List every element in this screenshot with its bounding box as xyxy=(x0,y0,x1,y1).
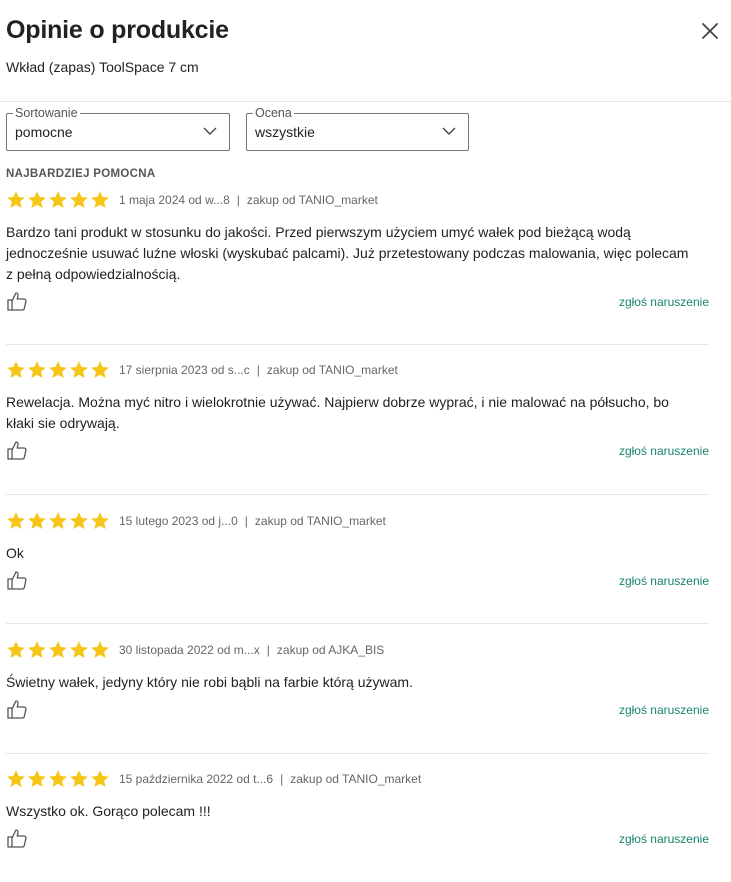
star-icon xyxy=(90,769,110,789)
rating-stars xyxy=(6,360,110,380)
separator: | xyxy=(256,363,260,377)
star-icon xyxy=(27,190,47,210)
thumbs-up-icon[interactable] xyxy=(6,569,28,591)
review-date-author: 30 listopada 2022 od m...x xyxy=(119,643,260,657)
filters-bar: Sortowanie pomocne Ocena wszystkie xyxy=(0,101,731,161)
chevron-down-icon xyxy=(442,126,456,136)
review-meta: 15 października 2022 od t...6 | zakup od T… xyxy=(6,769,709,789)
review-purchase-source: zakup od TANIO_market xyxy=(290,772,422,786)
rating-stars xyxy=(6,190,110,210)
thumbs-up-icon[interactable] xyxy=(6,439,28,461)
review-meta: 17 sierpnia 2023 od s...c | zakup od TANIO… xyxy=(6,360,709,380)
most-helpful-label: NAJBARDZIEJ POMOCNA xyxy=(6,168,156,180)
sort-select[interactable]: Sortowanie pomocne xyxy=(6,105,230,151)
report-link[interactable]: zgłoś naruszenie xyxy=(619,444,709,458)
review-date-author: 15 lutego 2023 od j...0 xyxy=(119,514,238,528)
report-link[interactable]: zgłoś naruszenie xyxy=(619,703,709,717)
divider xyxy=(6,344,709,345)
review-actions: zgłoś naruszenie xyxy=(6,290,709,312)
page-title: Opinie o produkcie xyxy=(6,16,229,44)
close-icon[interactable] xyxy=(700,21,720,41)
star-icon xyxy=(6,360,26,380)
review-text: Bardzo tani produkt w stosunku do jakośc… xyxy=(6,224,689,282)
sort-value: pomocne xyxy=(15,124,73,140)
star-icon xyxy=(6,640,26,660)
separator: | xyxy=(244,514,248,528)
star-icon xyxy=(48,511,68,531)
review-item: 17 sierpnia 2023 od s...c | zakup od TANIO… xyxy=(6,360,709,460)
review-text: Wszystko ok. Gorąco polecam !!! xyxy=(6,803,211,819)
review-meta: 1 maja 2024 od w...8 | zakup od TANIO_mark… xyxy=(6,190,709,210)
product-name: Wkład (zapas) ToolSpace 7 cm xyxy=(6,59,199,75)
review-item: 15 października 2022 od t...6 | zakup od T… xyxy=(6,769,709,848)
thumbs-up-icon[interactable] xyxy=(6,290,28,312)
star-icon xyxy=(90,511,110,531)
review-date-author: 1 maja 2024 od w...8 xyxy=(119,193,230,207)
review-meta: 30 listopada 2022 od m...x | zakup od AJKA… xyxy=(6,640,709,660)
review-info: 17 sierpnia 2023 od s...c | zakup od TANIO… xyxy=(119,363,398,377)
report-link[interactable]: zgłoś naruszenie xyxy=(619,832,709,846)
rating-stars xyxy=(6,769,110,789)
star-icon xyxy=(27,360,47,380)
thumbs-up-icon[interactable] xyxy=(6,827,28,849)
star-icon xyxy=(48,769,68,789)
rating-stars xyxy=(6,511,110,531)
separator: | xyxy=(280,772,284,786)
dialog-header: Opinie o produkcie Wkład (zapas) ToolSpa… xyxy=(0,0,731,102)
divider xyxy=(6,753,709,754)
separator: | xyxy=(266,643,270,657)
star-icon xyxy=(48,360,68,380)
review-item: 30 listopada 2022 od m...x | zakup od AJKA… xyxy=(6,640,709,719)
rating-stars xyxy=(6,640,110,660)
star-icon xyxy=(48,640,68,660)
review-purchase-source: zakup od AJKA_BIS xyxy=(276,643,385,657)
rating-select[interactable]: Ocena wszystkie xyxy=(246,105,469,151)
star-icon xyxy=(69,640,89,660)
chevron-down-icon xyxy=(203,126,217,136)
thumbs-up-icon[interactable] xyxy=(6,698,28,720)
review-purchase-source: zakup od TANIO_market xyxy=(266,363,398,377)
star-icon xyxy=(6,190,26,210)
review-date-author: 17 sierpnia 2023 od s...c xyxy=(119,363,250,377)
review-item: 1 maja 2024 od w...8 | zakup od TANIO_mark… xyxy=(6,190,709,311)
review-text: Ok xyxy=(6,545,24,561)
star-icon xyxy=(69,511,89,531)
star-icon xyxy=(6,769,26,789)
star-icon xyxy=(69,360,89,380)
rating-value: wszystkie xyxy=(255,124,315,140)
review-info: 15 października 2022 od t...6 | zakup od T… xyxy=(119,772,421,786)
separator: | xyxy=(236,193,240,207)
review-actions: zgłoś naruszenie xyxy=(6,569,709,591)
star-icon xyxy=(27,769,47,789)
review-actions: zgłoś naruszenie xyxy=(6,827,709,849)
review-actions: zgłoś naruszenie xyxy=(6,439,709,461)
star-icon xyxy=(90,360,110,380)
star-icon xyxy=(6,511,26,531)
star-icon xyxy=(27,511,47,531)
review-text: Świetny wałek, jedyny który nie robi bąb… xyxy=(6,674,413,690)
review-purchase-source: zakup od TANIO_market xyxy=(246,193,378,207)
review-text: Rewelacja. Można myć nitro i wielokrotni… xyxy=(6,394,669,431)
report-link[interactable]: zgłoś naruszenie xyxy=(619,574,709,588)
review-date-author: 15 października 2022 od t...6 xyxy=(119,772,274,786)
report-link[interactable]: zgłoś naruszenie xyxy=(619,295,709,309)
rating-label: Ocena xyxy=(253,105,294,121)
review-info: 30 listopada 2022 od m...x | zakup od AJKA… xyxy=(119,643,384,657)
star-icon xyxy=(27,640,47,660)
review-purchase-source: zakup od TANIO_market xyxy=(254,514,386,528)
star-icon xyxy=(69,769,89,789)
star-icon xyxy=(90,190,110,210)
star-icon xyxy=(90,640,110,660)
divider xyxy=(6,494,709,495)
star-icon xyxy=(69,190,89,210)
star-icon xyxy=(48,190,68,210)
review-meta: 15 lutego 2023 od j...0 | zakup od TANIO_m… xyxy=(6,511,709,531)
review-actions: zgłoś naruszenie xyxy=(6,698,709,720)
sort-label: Sortowanie xyxy=(13,105,80,121)
review-info: 15 lutego 2023 od j...0 | zakup od TANIO_m… xyxy=(119,514,386,528)
review-info: 1 maja 2024 od w...8 | zakup od TANIO_mark… xyxy=(119,193,378,207)
divider xyxy=(6,623,709,624)
review-item: 15 lutego 2023 od j...0 | zakup od TANIO_m… xyxy=(6,511,709,590)
